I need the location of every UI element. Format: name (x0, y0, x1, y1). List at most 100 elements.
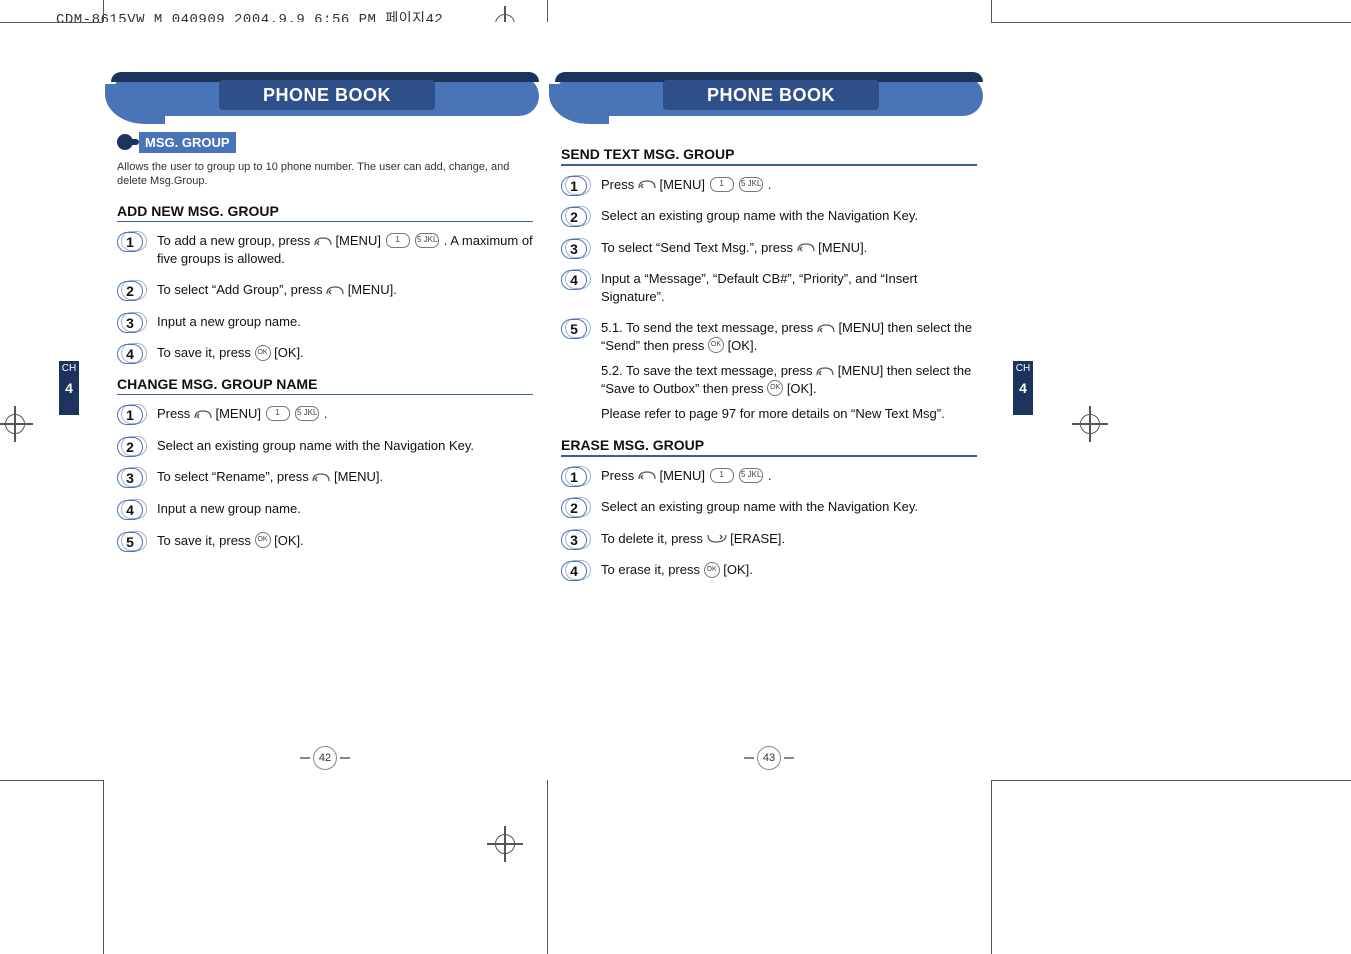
instruction-step: 5 5.1. To send the text message, press [M… (561, 319, 977, 423)
step-number-badge: 2 (117, 437, 145, 459)
keypad-key-icon: 5 JKL (739, 468, 763, 483)
chapter-side-tab: CH 4 (59, 361, 79, 415)
step-number-badge: 5 (561, 319, 589, 341)
subsection-underline (117, 221, 533, 223)
chapter-side-tab: CH 4 (1013, 361, 1033, 415)
ok-key-icon: OK (704, 562, 720, 578)
instruction-step: 5To save it, press OK [OK]. (117, 532, 533, 550)
softkey-left-icon (816, 365, 834, 379)
step-number-badge: 4 (561, 561, 589, 583)
page-number: 42 (313, 746, 337, 770)
instruction-step: 4 Input a “Message”, “Default CB#”, “Prio… (561, 270, 977, 305)
crop-rule (991, 22, 1351, 23)
page-title-banner: PHONE BOOK (547, 72, 991, 122)
step-number-badge: 1 (117, 405, 145, 427)
registration-mark-icon (1078, 412, 1102, 436)
instruction-step: 3To select “Rename”, press [MENU]. (117, 468, 533, 486)
ok-key-icon: OK (708, 337, 724, 353)
instruction-step: 1Press [MENU] 1 5 JKL . (561, 467, 977, 485)
section-intro-text: Allows the user to group up to 10 phone … (117, 160, 533, 189)
keypad-key-icon: 1 (266, 406, 290, 421)
chapter-label: CH (59, 364, 79, 374)
erase-key-icon (707, 531, 727, 545)
instruction-step: 1 To add a new group, press [MENU] 1 5 JK… (117, 232, 533, 267)
chapter-number: 4 (59, 380, 79, 396)
step-text: Press [MENU] 1 5 JKL . (601, 176, 977, 194)
keypad-key-icon: 5 JKL (739, 177, 763, 192)
step-text: Select an existing group name with the N… (601, 207, 977, 225)
step-text: Press [MENU] 1 5 JKL . (601, 467, 977, 485)
section-bullet-heading: MSG. GROUP (117, 132, 533, 154)
crop-rule (991, 0, 992, 22)
softkey-left-icon (817, 322, 835, 336)
step-number-badge: 3 (561, 239, 589, 261)
page-right: PHONE BOOK SEND TEXT MSG. GROUP1Press [M… (547, 22, 991, 780)
step-number-badge: 2 (561, 498, 589, 520)
instruction-step: 2Select an existing group name with the … (117, 437, 533, 455)
instruction-step: 3To select “Send Text Msg.”, press [MENU… (561, 239, 977, 257)
instruction-step: 2Select an existing group name with the … (561, 498, 977, 516)
subsection-underline (561, 455, 977, 457)
registration-mark-icon (493, 832, 517, 856)
page-title-banner: PHONE BOOK (103, 72, 547, 122)
subsection-heading: ERASE MSG. GROUP (561, 437, 977, 453)
crop-rule (103, 780, 104, 954)
subsection-underline (117, 394, 533, 396)
ok-key-icon: OK (255, 345, 271, 361)
step-number-badge: 3 (117, 313, 145, 335)
subsection-heading: CHANGE MSG. GROUP NAME (117, 376, 533, 392)
subsection-heading: SEND TEXT MSG. GROUP (561, 146, 977, 162)
crop-rule (103, 0, 104, 22)
chapter-number: 4 (1013, 380, 1033, 396)
crop-rule (991, 780, 992, 954)
step-number-badge: 4 (117, 344, 145, 366)
step-number-badge: 4 (117, 500, 145, 522)
step-text: Select an existing group name with the N… (157, 437, 533, 455)
step-number-badge: 1 (561, 176, 589, 198)
chapter-label: CH (1013, 364, 1033, 374)
step-number-badge: 5 (117, 532, 145, 554)
step-text: 5.1. To send the text message, press [ME… (601, 319, 977, 423)
keypad-key-icon: 5 JKL (415, 233, 439, 248)
step-text: Select an existing group name with the N… (601, 498, 977, 516)
page-left: PHONE BOOK MSG. GROUP Allows the user to… (103, 22, 547, 780)
instruction-step: 1Press [MENU] 1 5 JKL . (561, 176, 977, 194)
step-text: Press [MENU] 1 5 JKL . (157, 405, 533, 423)
subsection-heading: ADD NEW MSG. GROUP (117, 203, 533, 219)
keypad-key-icon: 1 (710, 177, 734, 192)
softkey-left-icon (312, 471, 330, 485)
keypad-key-icon: 5 JKL (295, 406, 319, 421)
instruction-step: 4To erase it, press OK [OK]. (561, 561, 977, 579)
ok-key-icon: OK (767, 380, 783, 396)
crop-rule (0, 780, 103, 781)
step-text: To erase it, press OK [OK]. (601, 561, 977, 579)
page-number-value: 43 (763, 752, 775, 764)
step-number-badge: 1 (117, 232, 145, 254)
instruction-step: 3Input a new group name. (117, 313, 533, 331)
step-text: To add a new group, press [MENU] 1 5 JKL… (157, 232, 533, 267)
section-tag: MSG. GROUP (139, 132, 236, 153)
instruction-step: 1Press [MENU] 1 5 JKL . (117, 405, 533, 423)
softkey-left-icon (314, 235, 332, 249)
step-number-badge: 4 (561, 270, 589, 292)
instruction-step: 2Select an existing group name with the … (561, 207, 977, 225)
softkey-left-icon (326, 284, 344, 298)
page-left-content: MSG. GROUP Allows the user to group up t… (117, 132, 533, 563)
crop-rule (547, 0, 548, 22)
page-spread: PHONE BOOK MSG. GROUP Allows the user to… (103, 22, 991, 780)
page-number: 43 (757, 746, 781, 770)
softkey-left-icon (638, 178, 656, 192)
step-number-badge: 3 (117, 468, 145, 490)
step-number-badge: 3 (561, 530, 589, 552)
step-text: To select “Send Text Msg.”, press [MENU]… (601, 239, 977, 257)
crop-rule (0, 22, 103, 23)
subsection-underline (561, 164, 977, 166)
page-title: PHONE BOOK (663, 80, 879, 110)
ok-key-icon: OK (255, 532, 271, 548)
crop-rule (547, 780, 548, 954)
step-number-badge: 2 (561, 207, 589, 229)
crop-rule (991, 780, 1351, 781)
page-title: PHONE BOOK (219, 80, 435, 110)
softkey-left-icon (638, 469, 656, 483)
step-text: Input a “Message”, “Default CB#”, “Prior… (601, 270, 977, 305)
